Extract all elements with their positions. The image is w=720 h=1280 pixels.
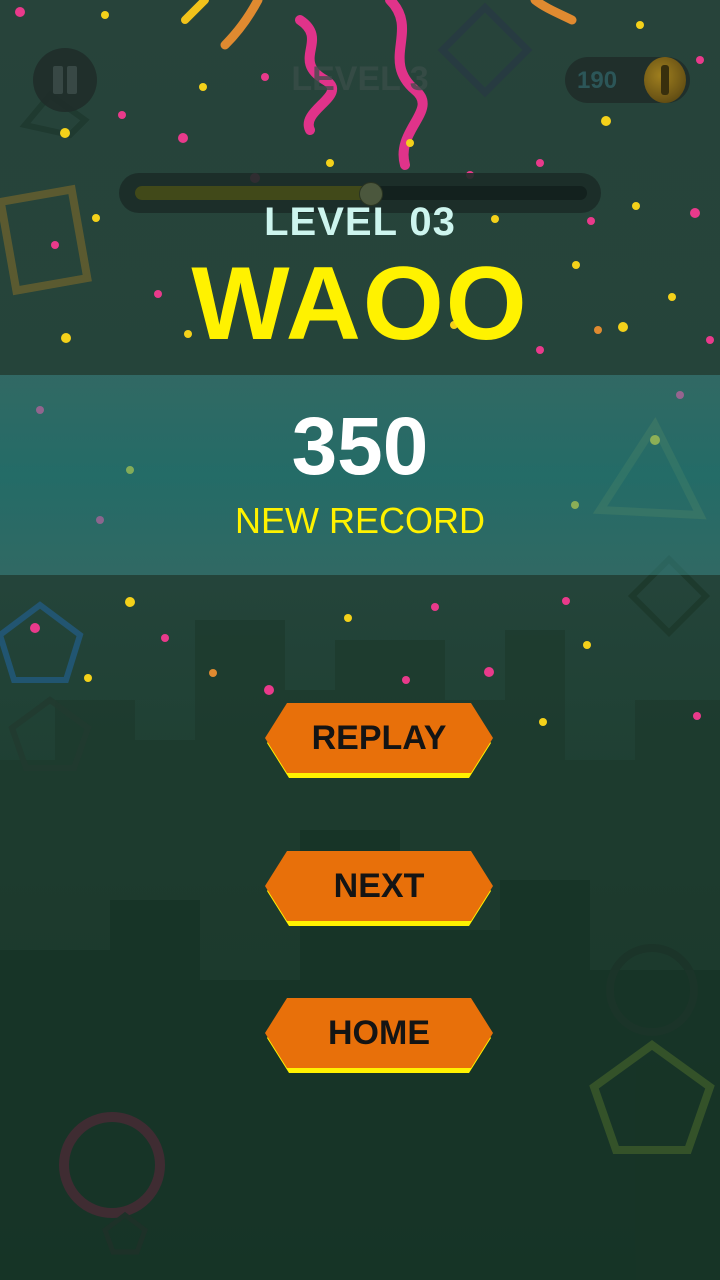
progress-fill <box>135 186 371 200</box>
pause-button[interactable] <box>33 48 97 112</box>
hud-level-indicator: LEVEL 3 <box>291 60 429 98</box>
home-label: HOME <box>328 1014 430 1052</box>
pause-icon-bar <box>67 66 77 94</box>
coin-count: 190 <box>577 67 618 94</box>
home-button[interactable]: HOME <box>265 998 493 1073</box>
coin-counter: 190 <box>565 57 690 103</box>
next-button[interactable]: NEXT <box>265 851 493 926</box>
coin-icon <box>644 57 686 103</box>
next-label: NEXT <box>333 867 425 905</box>
result-title: WAOO <box>191 246 529 362</box>
replay-button[interactable]: REPLAY <box>265 703 493 778</box>
new-record-label: NEW RECORD <box>235 500 485 541</box>
pause-icon <box>53 66 63 94</box>
score-value: 350 <box>291 401 429 492</box>
progress-track <box>135 182 587 206</box>
replay-label: REPLAY <box>311 719 447 757</box>
level-label: LEVEL 03 <box>264 200 456 244</box>
